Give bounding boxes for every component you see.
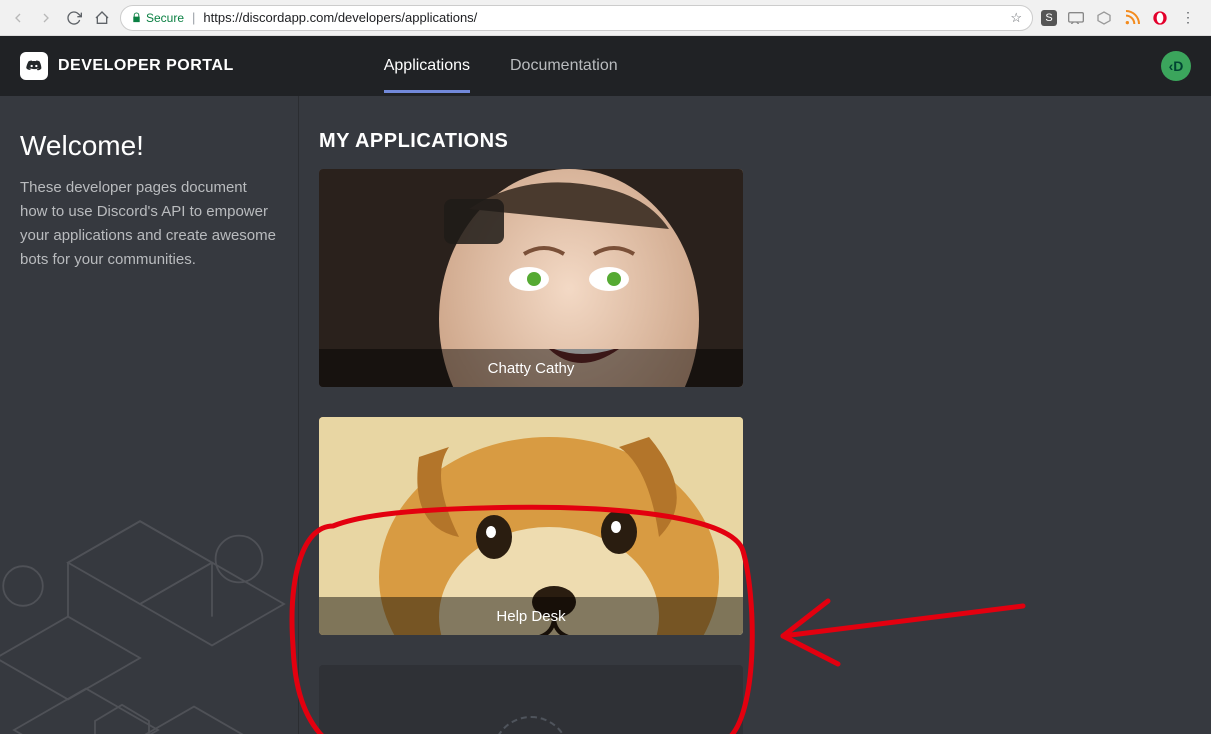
url-text: https://discordapp.com/developers/applic… [203,10,477,25]
lock-icon [131,12,142,23]
ext-icon-3[interactable] [1095,9,1113,27]
discord-logo-icon [20,52,48,80]
brand-text: DEVELOPER PORTAL [58,57,234,75]
welcome-title: Welcome! [20,130,278,162]
secure-badge: Secure [131,11,184,25]
ext-icon-2[interactable] [1067,9,1085,27]
decorative-isometric-art [0,414,320,734]
browser-toolbar: Secure | https://discordapp.com/develope… [0,0,1211,36]
sidebar: Welcome! These developer pages document … [0,96,298,734]
nav-applications[interactable]: Applications [384,39,470,93]
forward-button[interactable] [36,8,56,28]
address-bar[interactable]: Secure | https://discordapp.com/develope… [120,5,1033,31]
app-card-label: Chatty Cathy [319,349,743,387]
welcome-body: These developer pages document how to us… [20,176,278,272]
rss-icon[interactable] [1123,9,1141,27]
ext-icon-1[interactable]: S [1041,10,1057,26]
back-button[interactable] [8,8,28,28]
header-nav: Applications Documentation [384,39,618,93]
avatar[interactable]: ‹D [1161,51,1191,81]
reload-button[interactable] [64,8,84,28]
app-card-help-desk[interactable]: Help Desk [319,417,743,635]
opera-icon[interactable] [1151,9,1169,27]
create-card-body: ＋ [319,665,743,734]
app-header: DEVELOPER PORTAL Applications Documentat… [0,36,1211,96]
menu-icon[interactable]: ⋮ [1179,9,1197,27]
star-icon[interactable]: ☆ [1010,10,1022,26]
create-application-card[interactable]: ＋ Create an application [319,665,743,734]
nav-documentation[interactable]: Documentation [510,39,618,93]
secure-text: Secure [146,11,184,25]
plus-icon: ＋ [492,716,570,734]
brand[interactable]: DEVELOPER PORTAL [20,52,234,80]
app-card-label: Help Desk [319,597,743,635]
main-content: MY APPLICATIONS [298,96,1211,734]
applications-grid: Chatty Cathy [319,169,1191,734]
page-heading: MY APPLICATIONS [319,130,1191,153]
app-card-chatty-cathy[interactable]: Chatty Cathy [319,169,743,387]
avatar-initials: ‹D [1169,58,1184,74]
extensions-tray: S ⋮ [1041,9,1203,27]
home-button[interactable] [92,8,112,28]
